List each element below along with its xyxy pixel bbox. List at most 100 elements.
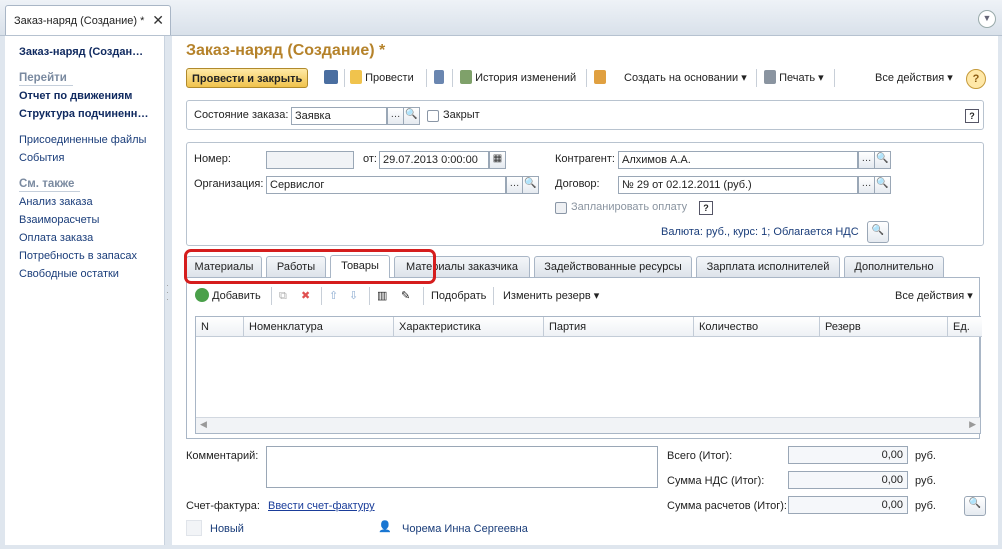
sidebar-item-order-payment[interactable]: Оплата заказа — [19, 232, 93, 244]
sidebar-item-order-analysis[interactable]: Анализ заказа — [19, 196, 93, 208]
scanner-button[interactable]: ✎ — [401, 286, 410, 306]
save-button[interactable] — [324, 68, 338, 88]
status-text: Новый — [210, 523, 244, 535]
currency-info[interactable]: Валюта: руб., курс: 1; Облагается НДС — [661, 226, 859, 238]
history-button[interactable]: История изменений — [460, 68, 576, 88]
organization-label: Организация: — [194, 178, 264, 190]
search-icon[interactable]: 🔍 — [522, 176, 539, 194]
column-header[interactable]: Количество — [694, 317, 820, 337]
vat-label: Сумма НДС (Итог): — [667, 475, 765, 487]
all-actions-label: Все действия — [875, 72, 945, 84]
search-icon[interactable]: 🔍 — [874, 176, 891, 194]
help-icon[interactable]: ? — [966, 69, 986, 89]
order-state-field[interactable]: Заявка — [291, 107, 387, 125]
report-button[interactable] — [594, 68, 606, 88]
toolbar-separator — [369, 287, 370, 305]
ellipsis-icon[interactable]: … — [858, 151, 875, 169]
printer-icon — [764, 70, 776, 84]
delete-button[interactable]: ✖ — [301, 286, 310, 306]
sidebar: Заказ-наряд (Создан… Перейти Отчет по дв… — [5, 36, 165, 545]
tab-resources[interactable]: Задействованные ресурсы — [534, 256, 692, 277]
order-state-panel: Состояние заказа: Заявка … 🔍 Закрыт ? — [186, 100, 984, 130]
date-field[interactable]: 29.07.2013 0:00:00 — [379, 151, 489, 169]
chevron-down-icon[interactable]: ▼ — [978, 10, 996, 28]
ellipsis-icon[interactable]: … — [387, 107, 404, 125]
scroll-right-icon[interactable]: ▶ — [969, 419, 976, 430]
help-icon[interactable]: ? — [699, 201, 713, 215]
toolbar-separator — [321, 287, 322, 305]
post-button[interactable]: Провести — [350, 68, 414, 88]
counterparty-field[interactable]: Алхимов А.А. — [618, 151, 858, 169]
tab-additional[interactable]: Дополнительно — [844, 256, 944, 277]
column-header[interactable]: Резерв — [820, 317, 948, 337]
goods-all-actions-button[interactable]: Все действия ▾ — [895, 286, 973, 306]
sidebar-item-free-balances[interactable]: Свободные остатки — [19, 268, 119, 280]
toolbar-separator — [271, 287, 272, 305]
horizontal-scrollbar[interactable]: ◀ ▶ — [196, 417, 980, 433]
plan-payment-checkbox[interactable] — [555, 202, 567, 214]
post-and-close-button[interactable]: Провести и закрыть — [186, 68, 309, 88]
search-icon[interactable]: 🔍 — [403, 107, 420, 125]
sidebar-title[interactable]: Заказ-наряд (Создан… — [19, 46, 143, 58]
calendar-icon[interactable]: ▦ — [489, 151, 506, 169]
scanner-icon: ✎ — [401, 290, 411, 302]
search-icon[interactable]: 🔍 — [874, 151, 891, 169]
toolbar-separator — [493, 287, 494, 305]
sidebar-item-structure[interactable]: Структура подчиненн… — [19, 108, 148, 120]
column-header[interactable]: Партия — [544, 317, 694, 337]
change-reserve-button[interactable]: Изменить резерв ▾ — [503, 286, 599, 306]
chevron-down-icon: ▾ — [593, 290, 600, 302]
all-actions-button[interactable]: Все действия ▾ — [875, 68, 953, 88]
user-icon: 👤 — [378, 521, 392, 533]
settlement-value: 0,00 — [788, 496, 908, 514]
goods-tab-panel: Добавить ⧉ ✖ ⇧ ⇩ ▥ ✎ Подобрать Изменить … — [186, 277, 982, 439]
create-based-on-button[interactable]: Создать на основании ▾ — [624, 68, 747, 88]
barcode-button[interactable]: ▥ — [377, 286, 387, 306]
movements-button[interactable] — [434, 68, 444, 88]
move-down-button[interactable]: ⇩ — [349, 286, 358, 306]
toolbar-separator — [344, 69, 345, 87]
pick-button[interactable]: Подобрать — [431, 286, 486, 306]
status-icon — [186, 520, 202, 536]
search-icon[interactable]: 🔍 — [867, 221, 889, 243]
sidebar-item-attached-files[interactable]: Присоединенные файлы — [19, 134, 146, 146]
sidebar-item-movement-report[interactable]: Отчет по движениям — [19, 90, 132, 102]
add-icon — [195, 288, 209, 302]
organization-field[interactable]: Сервислог — [266, 176, 506, 194]
history-button-label: История изменений — [475, 72, 577, 84]
number-field[interactable] — [266, 151, 354, 169]
enter-invoice-link[interactable]: Ввести счет-фактуру — [268, 500, 375, 512]
sidebar-item-settlements[interactable]: Взаиморасчеты — [19, 214, 99, 226]
arrow-down-icon: ⇩ — [349, 290, 359, 302]
toolbar-separator — [586, 69, 587, 87]
search-icon[interactable]: 🔍 — [964, 496, 986, 516]
column-header[interactable]: N — [196, 317, 244, 337]
ellipsis-icon[interactable]: … — [506, 176, 523, 194]
print-button[interactable]: Печать ▾ — [764, 68, 824, 88]
sidebar-item-stock-needs[interactable]: Потребность в запасах — [19, 250, 137, 262]
order-state-label: Состояние заказа: — [194, 109, 289, 121]
column-header[interactable]: Ед. — [948, 317, 982, 337]
add-button-label: Добавить — [212, 290, 261, 302]
add-button[interactable]: Добавить — [195, 286, 261, 306]
chevron-down-icon: ▾ — [947, 72, 953, 84]
create-based-on-label: Создать на основании — [624, 72, 739, 84]
change-reserve-label: Изменить резерв — [503, 290, 591, 302]
tab-salary[interactable]: Зарплата исполнителей — [696, 256, 840, 277]
close-icon[interactable]: ✕ — [152, 12, 164, 29]
sidebar-item-events[interactable]: События — [19, 152, 64, 164]
move-up-button[interactable]: ⇧ — [329, 286, 338, 306]
ellipsis-icon[interactable]: … — [858, 176, 875, 194]
column-header[interactable]: Номенклатура — [244, 317, 394, 337]
plan-payment-label: Запланировать оплату — [571, 201, 688, 213]
comment-field[interactable] — [266, 446, 658, 488]
copy-button[interactable]: ⧉ — [279, 286, 287, 306]
closed-checkbox[interactable] — [427, 110, 439, 122]
total-value: 0,00 — [788, 446, 908, 464]
document-tab[interactable]: Заказ-наряд (Создание) * ✕ — [5, 5, 171, 35]
contract-field[interactable]: № 29 от 02.12.2011 (руб.) — [618, 176, 858, 194]
details-panel: Номер: от: 29.07.2013 0:00:00 ▦ Организа… — [186, 142, 984, 246]
scroll-left-icon[interactable]: ◀ — [200, 419, 207, 430]
column-header[interactable]: Характеристика — [394, 317, 544, 337]
help-icon[interactable]: ? — [965, 109, 979, 123]
